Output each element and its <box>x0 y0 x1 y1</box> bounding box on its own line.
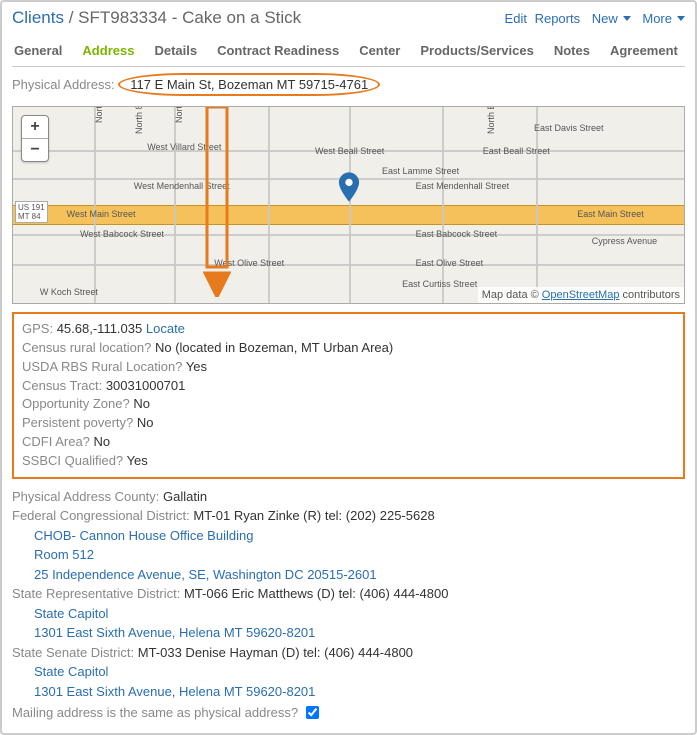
statesen-address-line1[interactable]: State Capitol <box>34 664 108 679</box>
reports-link[interactable]: Reports <box>535 11 581 26</box>
map-attribution: Map data © OpenStreetMap contributors <box>478 287 684 303</box>
tab-details[interactable]: Details <box>154 43 197 58</box>
physical-address-row: Physical Address: 117 E Main St, Bozeman… <box>12 77 685 92</box>
edit-link[interactable]: Edit <box>505 11 527 26</box>
topbar: Clients / SFT983334 - Cake on a Stick Ed… <box>12 8 685 28</box>
district-details: Physical Address County: Gallatin Federa… <box>12 487 685 723</box>
top-actions: Edit Reports New More <box>501 11 685 26</box>
tab-notes[interactable]: Notes <box>554 43 590 58</box>
osm-link[interactable]: OpenStreetMap <box>542 289 620 301</box>
clients-link[interactable]: Clients <box>12 8 64 27</box>
fed-address-line2[interactable]: Room 512 <box>34 547 94 562</box>
map-pin-icon <box>338 172 360 205</box>
zoom-in-button[interactable]: + <box>22 116 48 139</box>
tab-contract-readiness[interactable]: Contract Readiness <box>217 43 339 58</box>
more-menu[interactable]: More <box>638 11 685 26</box>
annotation-arrow-icon <box>203 107 231 297</box>
chevron-down-icon <box>623 16 631 21</box>
tab-center[interactable]: Center <box>359 43 400 58</box>
fed-address-line1[interactable]: CHOB- Cannon House Office Building <box>34 528 253 543</box>
fed-address-line3[interactable]: 25 Independence Avenue, SE, Washington D… <box>34 567 377 582</box>
statesen-address-line2[interactable]: 1301 East Sixth Avenue, Helena MT 59620-… <box>34 684 315 699</box>
tab-general[interactable]: General <box>14 43 62 58</box>
zoom-out-button[interactable]: − <box>22 139 48 161</box>
tab-products-services[interactable]: Products/Services <box>420 43 533 58</box>
chevron-down-icon <box>677 16 685 21</box>
physical-address-value: 117 E Main St, Bozeman MT 59715-4761 <box>130 77 368 92</box>
staterep-address-line1[interactable]: State Capitol <box>34 606 108 621</box>
new-menu[interactable]: New <box>588 11 631 26</box>
tab-address[interactable]: Address <box>82 43 134 58</box>
breadcrumb: Clients / SFT983334 - Cake on a Stick <box>12 8 301 28</box>
staterep-address-line2[interactable]: 1301 East Sixth Avenue, Helena MT 59620-… <box>34 625 315 640</box>
location-info-box: GPS: 45.68,-111.035 Locate Census rural … <box>12 312 685 479</box>
locate-link[interactable]: Locate <box>146 321 185 336</box>
map[interactable]: West Main Street East Main Street West V… <box>12 106 685 304</box>
map-zoom: + − <box>21 115 49 162</box>
tabs: General Address Details Contract Readine… <box>12 43 685 67</box>
tab-agreement[interactable]: Agreement <box>610 43 678 58</box>
client-page: Clients / SFT983334 - Cake on a Stick Ed… <box>0 0 697 735</box>
mailing-same-checkbox[interactable] <box>306 706 319 719</box>
